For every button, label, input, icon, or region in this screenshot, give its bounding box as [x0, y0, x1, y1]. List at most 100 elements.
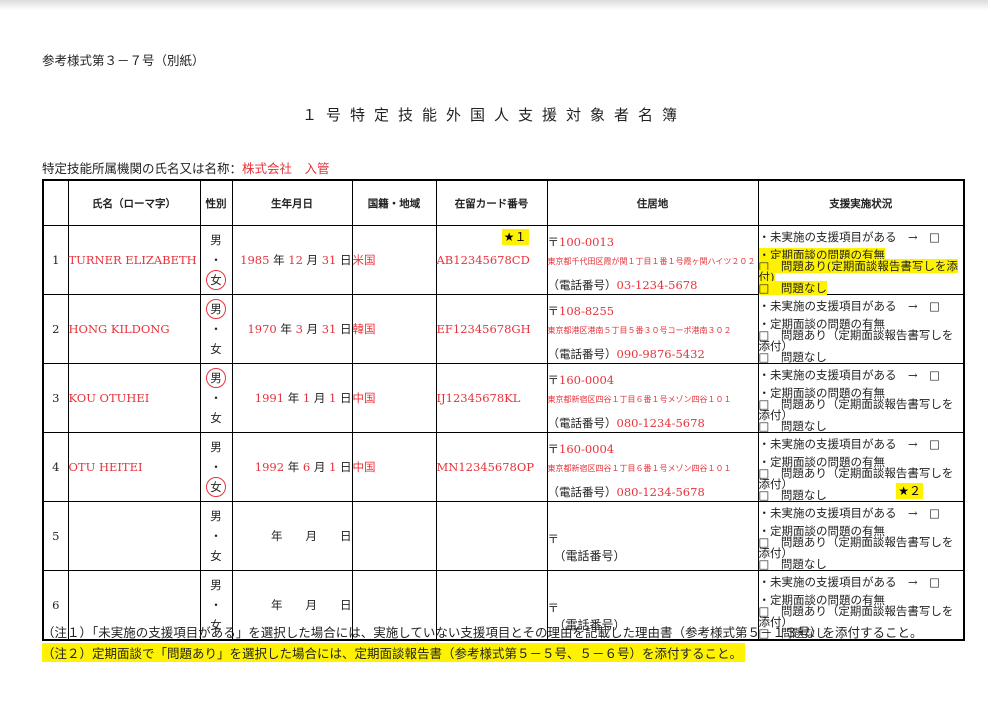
- gender-male-option[interactable]: 男: [201, 437, 232, 457]
- header-no: [42, 179, 69, 226]
- no-problem-checkbox[interactable]: □ 問題なし: [759, 419, 827, 433]
- card-number-cell[interactable]: IJ12345678KL: [435, 363, 548, 433]
- gender-cell[interactable]: 男 ・ 女: [199, 432, 233, 502]
- name-cell[interactable]: [67, 501, 201, 571]
- header-gender: 性別: [199, 179, 233, 226]
- unimplemented-item-checkbox[interactable]: ・未実施の支援項目がある → □: [759, 300, 964, 312]
- gender-cell[interactable]: 男 ・ 女: [199, 294, 233, 364]
- day-unit: 日: [340, 598, 352, 612]
- postal-code: 〒160-0004: [548, 372, 758, 387]
- document-title: １号特定技能外国人支援対象者名簿: [301, 106, 686, 124]
- unimplemented-item-checkbox[interactable]: ・未実施の支援項目がある → □: [759, 369, 964, 381]
- year-unit: 年: [271, 598, 283, 612]
- zip-mark: 〒: [547, 601, 560, 615]
- gender-separator: ・: [210, 391, 222, 405]
- dob-cell[interactable]: 1992 年 6 月 1 日: [231, 432, 353, 502]
- zip-value: 160-0004: [559, 441, 615, 456]
- gender-cell[interactable]: 男 ・ 女: [199, 363, 233, 433]
- card-number-cell[interactable]: MN12345678OP: [435, 432, 548, 502]
- gender-male-option[interactable]: 男: [201, 506, 232, 526]
- support-status-cell: ・未実施の支援項目がある → □ ・定期面談の問題の有無 □ 問題あり（定期面談…: [757, 294, 965, 364]
- gender-female-option[interactable]: 女: [201, 546, 232, 566]
- no-problem-checkbox[interactable]: □ 問題なし: [758, 281, 827, 295]
- month-unit: 月: [305, 598, 318, 612]
- address-cell[interactable]: 〒160-0004 東京都新宿区四谷１丁目６番１号メゾン四谷１０１ （電話番号）…: [546, 363, 759, 433]
- address-cell[interactable]: 〒 （電話番号）: [546, 501, 759, 571]
- gender-male-option[interactable]: 男: [201, 575, 232, 595]
- address-cell[interactable]: 〒108-8255 東京都港区港南５丁目５番３０号コーポ港南３０２ （電話番号）…: [546, 294, 759, 364]
- dob-day: 1: [329, 460, 337, 474]
- gender-male-option[interactable]: 男: [201, 230, 232, 250]
- name-cell[interactable]: HONG KILDONG: [67, 294, 201, 364]
- star-marker-2: ★２: [896, 483, 923, 499]
- zip-value: 108-8255: [559, 303, 615, 318]
- card-number-cell[interactable]: EF12345678GH: [435, 294, 548, 364]
- address-cell[interactable]: 〒100-0013 東京都千代田区霞が関１丁目１番１号霞ヶ関ハイツ２０２ （電話…: [546, 225, 759, 295]
- card-number: MN12345678OP: [436, 460, 535, 474]
- year-unit: 年: [273, 253, 285, 267]
- dob-cell[interactable]: 1970 年 3 月 31 日: [231, 294, 353, 364]
- phone: （電話番号）03-1234-5678: [548, 277, 758, 292]
- name-cell[interactable]: TURNER ELIZABETH: [67, 225, 201, 295]
- no-problem-checkbox[interactable]: □ 問題なし: [759, 488, 827, 502]
- name-cell[interactable]: OTU HEITEI: [67, 432, 201, 502]
- name-cell[interactable]: KOU OTUHEI: [67, 363, 201, 433]
- support-status-cell: ・未実施の支援項目がある → □ ・定期面談の問題の有無 □ 問題あり(定期面談…: [757, 225, 965, 295]
- day-unit: 日: [340, 460, 352, 474]
- note-1: （注１）「未実施の支援項目がある」を選択した場合には、実施していない支援項目とそ…: [42, 625, 923, 640]
- support-status-cell: ・未実施の支援項目がある → □ ・定期面談の問題の有無 □ 問題あり（定期面談…: [757, 432, 965, 502]
- zip-mark: 〒: [547, 441, 560, 456]
- table-row: 5 男 ・ 女 年 月 日 〒 （電話番号） ・未実施の支援項目がある → □ …: [42, 501, 965, 571]
- table-row: 3 KOU OTUHEI 男 ・ 女 1991 年 1 月 1 日 中国 IJ1…: [42, 363, 965, 433]
- phone-label[interactable]: （電話番号）: [554, 547, 626, 564]
- gender-female-option[interactable]: 女: [201, 339, 232, 359]
- zip-mark: 〒: [547, 234, 560, 249]
- header-card-number: 在留カード番号: [435, 179, 548, 226]
- day-unit: 日: [340, 529, 352, 543]
- gender-cell[interactable]: 男 ・ 女: [199, 225, 233, 295]
- postal-code: 〒: [548, 531, 758, 546]
- support-target-roster-table: 氏名（ローマ字） 性別 生年月日 国籍・地域 在留カード番号 住居地 支援実施状…: [42, 179, 965, 641]
- dob-day: 1: [329, 391, 337, 405]
- address-cell[interactable]: 〒160-0004 東京都新宿区四谷１丁目６番１号メゾン四谷１０１ （電話番号）…: [546, 432, 759, 502]
- nationality-cell[interactable]: 韓国: [351, 294, 437, 364]
- phone-value: 090-9876-5432: [616, 346, 705, 361]
- unimplemented-item-checkbox[interactable]: ・未実施の支援項目がある → □: [759, 507, 964, 519]
- month-unit: 月: [306, 322, 319, 336]
- card-number: IJ12345678KL: [436, 391, 521, 405]
- dob-cell[interactable]: 1991 年 1 月 1 日: [231, 363, 353, 433]
- gender-female-option[interactable]: 女: [201, 408, 232, 428]
- month-unit: 月: [313, 391, 326, 405]
- gender-female-option[interactable]: 女: [206, 477, 226, 497]
- nationality-cell[interactable]: 中国: [351, 363, 437, 433]
- phone-label: （電話番号）: [547, 346, 617, 361]
- unimplemented-item-checkbox[interactable]: ・未実施の支援項目がある → □: [759, 231, 964, 243]
- address-line: 東京都港区港南５丁目５番３０号コーポ港南３０２: [547, 325, 732, 335]
- unimplemented-item-checkbox[interactable]: ・未実施の支援項目がある → □: [759, 438, 964, 450]
- phone-label: （電話番号）: [547, 415, 617, 430]
- month-unit: 月: [305, 529, 318, 543]
- support-status-cell: ・未実施の支援項目がある → □ ・定期面談の問題の有無 □ 問題あり（定期面談…: [757, 501, 965, 571]
- postal-code: 〒100-0013: [547, 234, 758, 249]
- gender-female-option[interactable]: 女: [206, 270, 226, 290]
- card-number-cell[interactable]: [435, 501, 548, 571]
- gender-male-option[interactable]: 男: [206, 368, 226, 388]
- gender-separator: ・: [210, 322, 222, 336]
- dob-cell[interactable]: 年 月 日: [231, 501, 353, 571]
- no-problem-checkbox[interactable]: □ 問題なし: [759, 350, 827, 364]
- nationality-cell[interactable]: [351, 501, 437, 571]
- header-address: 住居地: [546, 179, 759, 226]
- nationality-cell[interactable]: 米国: [351, 225, 437, 295]
- gender-cell[interactable]: 男 ・ 女: [199, 501, 233, 571]
- unimplemented-item-checkbox[interactable]: ・未実施の支援項目がある → □: [759, 576, 964, 588]
- gender-male-option[interactable]: 男: [206, 299, 226, 319]
- card-number-cell[interactable]: ★１ AB12345678CD: [435, 225, 548, 295]
- no-problem-checkbox[interactable]: □ 問題なし: [759, 557, 827, 571]
- dob-cell[interactable]: 1985 年 12 月 31 日: [231, 225, 353, 295]
- header-row: 氏名（ローマ字） 性別 生年月日 国籍・地域 在留カード番号 住居地 支援実施状…: [42, 179, 965, 226]
- postal-code: 〒108-8255: [548, 303, 758, 318]
- address-line: 東京都新宿区四谷１丁目６番１号メゾン四谷１０１: [547, 394, 732, 404]
- gender-separator: ・: [210, 253, 222, 267]
- nationality-cell[interactable]: 中国: [351, 432, 437, 502]
- header-support-status: 支援実施状況: [757, 179, 965, 226]
